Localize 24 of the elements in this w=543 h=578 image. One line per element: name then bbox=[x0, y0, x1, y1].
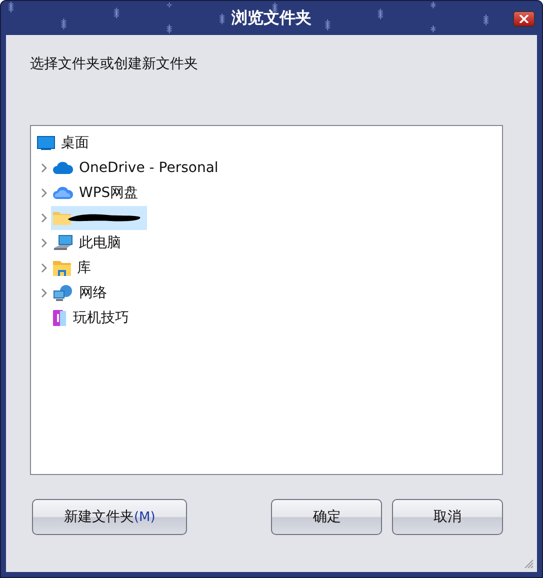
tree-item[interactable]: 桌面 bbox=[35, 130, 93, 154]
tree-item[interactable]: 网络 bbox=[51, 280, 111, 304]
monitor-icon bbox=[37, 136, 55, 150]
tree-item[interactable]: OneDrive - Personal bbox=[51, 156, 222, 180]
close-icon bbox=[519, 15, 529, 23]
folder-icon bbox=[53, 260, 71, 276]
tree-item[interactable]: 此电脑 bbox=[51, 230, 125, 254]
network-icon bbox=[53, 284, 73, 300]
tree-item[interactable]: WPS网盘 bbox=[51, 180, 142, 204]
dialog-button[interactable]: 确定 bbox=[271, 499, 382, 535]
instruction-text: 选择文件夹或创建新文件夹 bbox=[30, 55, 199, 73]
resize-grip-icon[interactable] bbox=[524, 559, 534, 569]
close-button[interactable] bbox=[513, 11, 535, 27]
dialog-button[interactable]: 新建文件夹(M) bbox=[32, 499, 188, 535]
folder-icon bbox=[53, 210, 71, 225]
tree-item[interactable]: 玩机技巧 bbox=[51, 306, 133, 330]
tree-item[interactable]: 库 bbox=[51, 256, 95, 280]
dialog-button[interactable]: 取消 bbox=[392, 499, 503, 535]
cloud-icon bbox=[53, 186, 73, 199]
app-icon bbox=[53, 308, 67, 326]
cloud-icon bbox=[53, 161, 73, 174]
tree-item[interactable] bbox=[51, 206, 147, 230]
window-title: 浏览文件夹 bbox=[232, 8, 312, 28]
computer-icon bbox=[53, 234, 73, 250]
